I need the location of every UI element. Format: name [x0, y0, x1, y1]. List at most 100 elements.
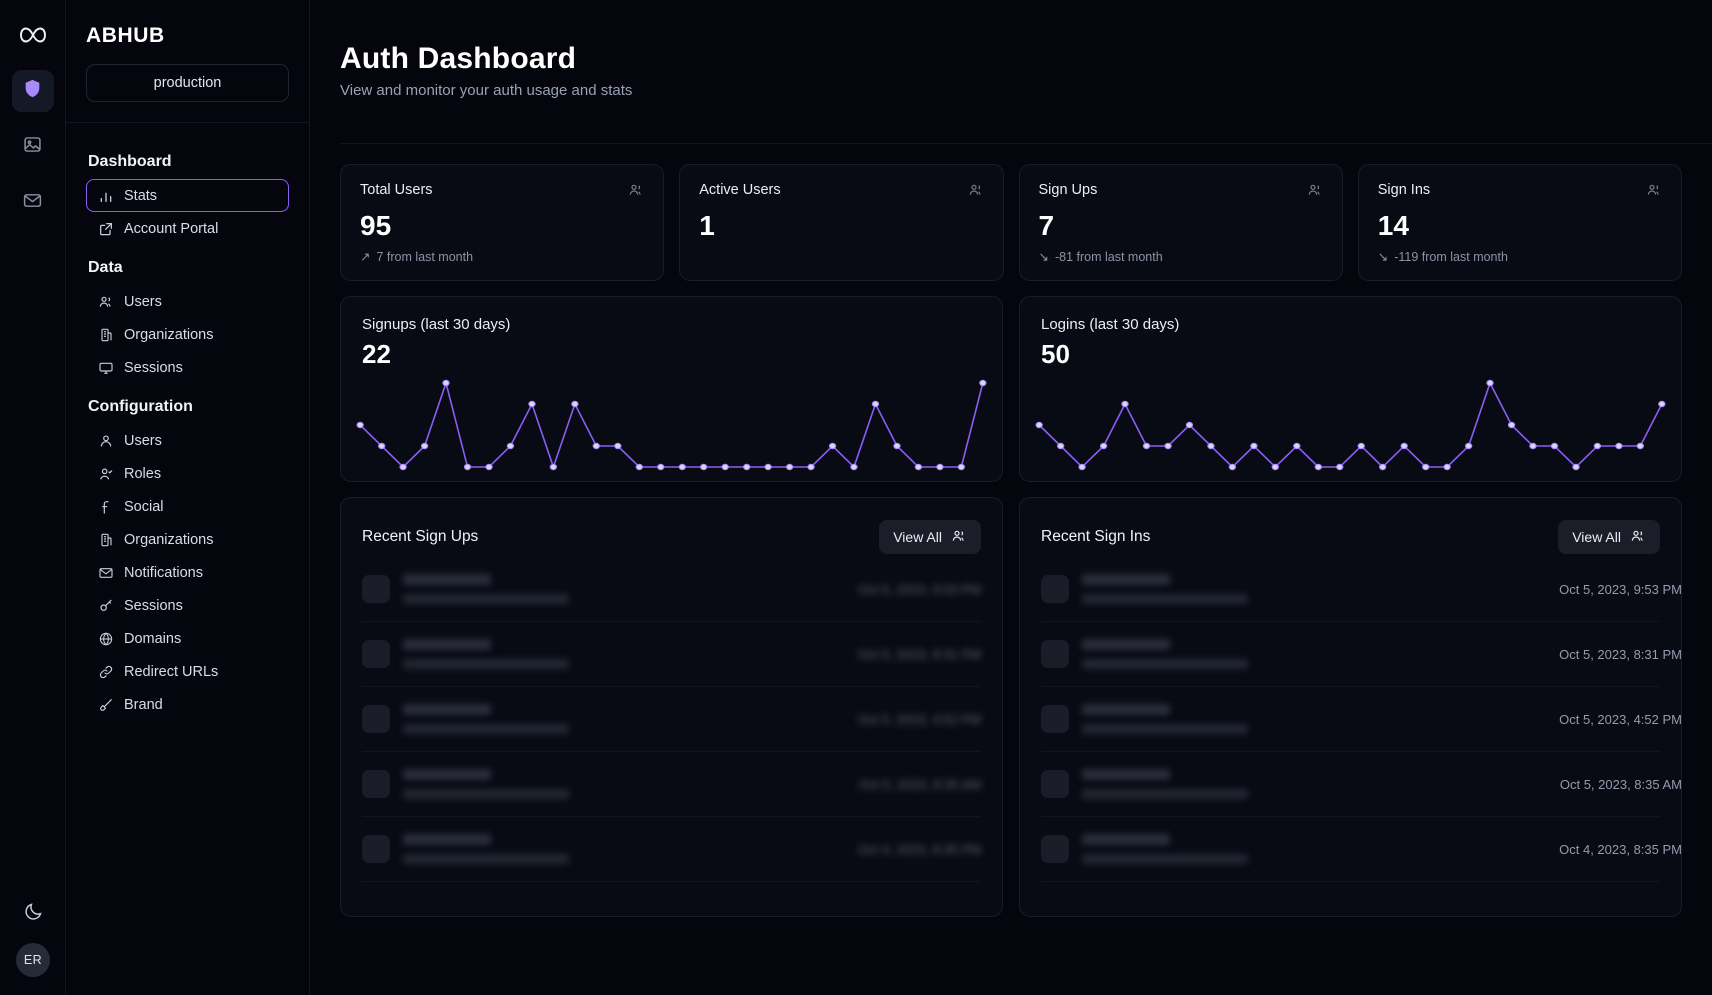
- list-item-identity: [403, 769, 846, 800]
- sparkline-chart: [1030, 375, 1671, 475]
- rail-item-shield[interactable]: [11, 70, 54, 112]
- sidebar-item-redirect-urls[interactable]: Redirect URLs: [86, 655, 289, 688]
- sidebar-item-brand[interactable]: Brand: [86, 688, 289, 721]
- sidebar-group-title: Configuration: [88, 398, 193, 415]
- list-item-date: Oct 5, 2023, 9:53 PM: [1559, 581, 1682, 597]
- view-all-label: View All: [1572, 529, 1621, 546]
- brand-title: ABHUB: [86, 24, 165, 47]
- list-item[interactable]: Oct 5, 2023, 8:35 AM: [362, 752, 981, 818]
- recent-lists: Recent Sign Ups View All Oct 5, 2023, 9:53…: [340, 497, 1682, 918]
- sidebar-item-users[interactable]: Users: [86, 285, 289, 318]
- moon-icon[interactable]: [23, 901, 44, 927]
- list-item-email: [1082, 854, 1248, 865]
- list-item[interactable]: Oct 5, 2023, 4:52 PM: [1041, 687, 1681, 753]
- list-item[interactable]: Oct 5, 2023, 8:35 AM: [1041, 752, 1681, 818]
- list-item-name: [403, 769, 491, 781]
- avatar[interactable]: ER: [16, 943, 50, 977]
- sidebar-item-account-portal[interactable]: Account Portal: [86, 212, 289, 245]
- users-icon: [97, 293, 114, 310]
- avatar: [362, 575, 390, 604]
- avatar: [1041, 770, 1069, 799]
- rail-item-images[interactable]: [12, 126, 54, 168]
- list-item-identity: [403, 639, 845, 670]
- list-item-name: [403, 639, 491, 651]
- list-header: Recent Sign Ups View All: [362, 517, 981, 557]
- list-item-identity: [403, 704, 845, 735]
- list-item-name: [1082, 639, 1170, 651]
- list-item-name: [1082, 574, 1170, 586]
- sidebar-item-organizations[interactable]: Organizations: [86, 523, 289, 556]
- stat-delta-text: -81 from last month: [1054, 249, 1163, 264]
- sidebar-item-organizations[interactable]: Organizations: [86, 318, 289, 351]
- avatar: [362, 770, 390, 799]
- sidebar-item-roles[interactable]: Roles: [86, 457, 289, 490]
- users-icon: [1630, 528, 1646, 547]
- list-item[interactable]: Oct 4, 2023, 8:35 PM: [1041, 817, 1681, 883]
- stat-delta-text: -119 from last month: [1394, 249, 1508, 264]
- list-item-date: Oct 5, 2023, 9:53 PM: [858, 581, 981, 597]
- rail-bottom-group: ER: [0, 901, 66, 977]
- sidebar-item-label: Account Portal: [124, 220, 219, 237]
- list-item-identity: [403, 834, 845, 865]
- sidebar-item-notifications[interactable]: Notifications: [86, 556, 289, 589]
- sidebar-item-sessions[interactable]: Sessions: [86, 351, 289, 384]
- sidebar-item-label: Organizations: [124, 531, 214, 548]
- list-item[interactable]: Oct 5, 2023, 9:53 PM: [1041, 557, 1681, 623]
- list-item-email: [403, 854, 569, 865]
- sidebar-item-label: Brand: [124, 696, 163, 713]
- list-item[interactable]: Oct 5, 2023, 8:31 PM: [1041, 622, 1681, 688]
- sidebar-item-stats[interactable]: Stats: [86, 179, 289, 212]
- sidebar-divider: [66, 122, 309, 123]
- sidebar-item-sessions[interactable]: Sessions: [86, 589, 289, 622]
- image-icon: [22, 134, 43, 160]
- users-icon: [1307, 182, 1323, 203]
- avatar: [362, 835, 390, 864]
- sidebar-item-domains[interactable]: Domains: [86, 622, 289, 655]
- list-item-email: [1082, 724, 1248, 735]
- avatar: [1041, 575, 1069, 604]
- user-check-icon: [97, 465, 114, 482]
- stat-value: 14: [1377, 210, 1409, 241]
- sidebar-item-label: Notifications: [124, 564, 203, 581]
- rail-item-mail[interactable]: [12, 182, 54, 224]
- list-item[interactable]: Oct 5, 2023, 4:52 PM: [362, 687, 981, 753]
- list-item[interactable]: Oct 4, 2023, 8:35 PM: [362, 817, 981, 883]
- building-icon: [97, 326, 114, 343]
- list-item-email: [1082, 659, 1248, 670]
- sidebar-group-title: Data: [88, 259, 123, 276]
- globe-icon: [97, 630, 114, 647]
- stat-card: Sign Ins 14 ↘ -119 from last month: [1357, 164, 1682, 282]
- sidebar-item-social[interactable]: Social: [86, 490, 289, 523]
- sidebar-item-users[interactable]: Users: [86, 424, 289, 457]
- chart-total: 22: [362, 339, 391, 370]
- list-item[interactable]: Oct 5, 2023, 8:31 PM: [362, 622, 981, 688]
- stat-label: Active Users: [699, 182, 781, 198]
- list-item-date: Oct 5, 2023, 8:31 PM: [1559, 646, 1682, 662]
- sidebar-item-label: Stats: [124, 187, 158, 204]
- list-item-identity: [1082, 639, 1546, 670]
- view-all-button[interactable]: View All: [879, 520, 981, 555]
- list-item[interactable]: Oct 5, 2023, 9:53 PM: [362, 557, 981, 623]
- sidebar-item-label: Users: [124, 432, 162, 449]
- list-item-email: [403, 789, 569, 800]
- view-all-button[interactable]: View All: [1558, 520, 1660, 555]
- avatar: [1041, 835, 1069, 864]
- building-icon: [97, 531, 114, 548]
- environment-selector[interactable]: production: [86, 64, 289, 102]
- page-subtitle: View and monitor your auth usage and sta…: [340, 82, 633, 99]
- sidebar-item-label: Sessions: [124, 359, 183, 376]
- environment-label: production: [153, 75, 222, 91]
- list-item-name: [1082, 704, 1170, 716]
- mail-icon: [97, 564, 114, 581]
- mail-icon: [22, 190, 43, 216]
- recent-signins-card: Recent Sign Ins View All Oct 5, 2023, 9:53…: [1019, 497, 1682, 918]
- list-item-name: [403, 574, 491, 586]
- key-icon: [97, 597, 114, 614]
- dashboard-body: Total Users 95 ↗ 7 from last month Active Us…: [310, 144, 1712, 918]
- list-item-email: [1082, 789, 1248, 800]
- link-icon: [97, 663, 114, 680]
- sidebar-item-label: Domains: [124, 630, 182, 647]
- users-icon: [951, 528, 967, 547]
- list-item-identity: [1082, 769, 1547, 800]
- list-item-date: Oct 5, 2023, 8:35 AM: [1559, 776, 1682, 792]
